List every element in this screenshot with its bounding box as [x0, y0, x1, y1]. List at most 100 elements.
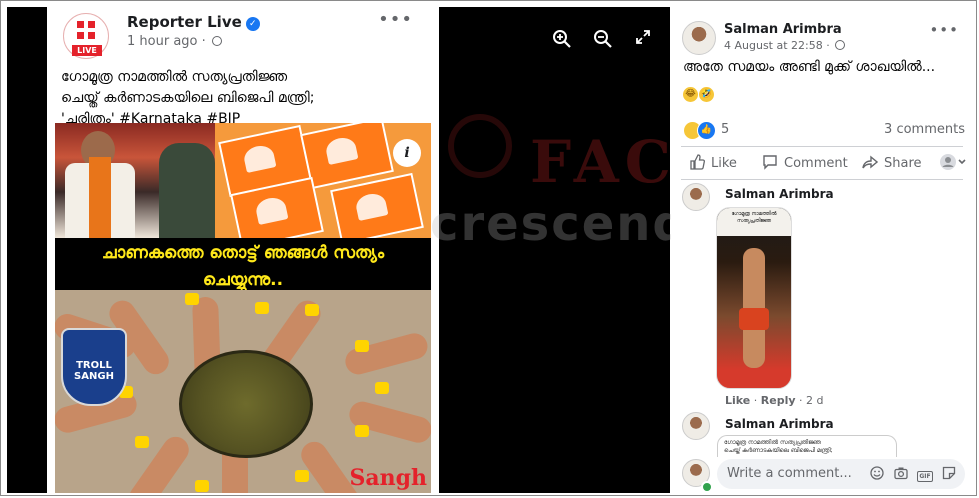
- comment-emoji-row: 😂 🤣: [683, 79, 715, 102]
- online-status-dot: [701, 481, 713, 493]
- caption-line: ഗോമൂത്ര നാമത്തിൽ സത്യപ്രതിജ്ഞ: [61, 69, 288, 85]
- comment-author[interactable]: Salman Arimbra: [724, 22, 842, 37]
- comment-button[interactable]: Comment: [762, 154, 848, 171]
- reply-reply-link[interactable]: Reply: [761, 394, 796, 407]
- meme-caption: ചാണകത്തെ തൊട്ട് ഞങ്ങൾ സത്യം ചെയ്യുന്നു..: [55, 238, 431, 290]
- page-name-text[interactable]: Reporter Live: [127, 13, 242, 31]
- caption-line: ചെയ്ത് കർണാടകയിലെ ബിജെപി മന്ത്രി;: [61, 90, 315, 106]
- share-button[interactable]: Share: [862, 154, 922, 171]
- sacred-thread: [355, 340, 369, 352]
- comment-more-icon[interactable]: •••: [929, 21, 959, 39]
- sacred-thread: [375, 382, 389, 394]
- avatar[interactable]: [682, 412, 710, 440]
- meme-text-line: ചെയ്യുന്നു..: [202, 270, 284, 290]
- sticker-icon[interactable]: [941, 466, 957, 482]
- logo-live-badge: LIVE: [72, 45, 102, 56]
- comments-count[interactable]: 3 comments: [884, 122, 965, 137]
- zoom-out-icon[interactable]: [593, 29, 613, 54]
- emoji-glyph: [870, 466, 884, 480]
- gif-icon[interactable]: GIF: [917, 466, 933, 482]
- bjp-flag: [330, 172, 424, 238]
- like-reaction-icon: 👍: [697, 121, 716, 140]
- sacred-thread: [195, 480, 209, 492]
- comment-label: Comment: [784, 156, 848, 171]
- comment-input[interactable]: Write a comment... GIF: [717, 459, 965, 489]
- emoji-icon[interactable]: [869, 466, 885, 482]
- hands-circle-photo: TROLL SANGH Sangh: [55, 290, 431, 493]
- post-time-text[interactable]: 1 hour ago: [127, 34, 197, 49]
- troll-sangh-logo: TROLL SANGH: [61, 328, 127, 406]
- fullscreen-icon[interactable]: [635, 29, 651, 50]
- post-header: LIVE Reporter Live ✓ 1 hour ago · •••: [47, 7, 439, 62]
- reply-quote-image[interactable]: ഗോമൂത്ര നാമത്തിൽ സത്യപ്രതിജ്ഞ ചെയ്ത് കർണ…: [717, 435, 897, 457]
- reply-time[interactable]: 2 d: [806, 394, 823, 407]
- sacred-thread: [295, 470, 309, 482]
- reply-actions: Like · Reply · 2 d: [725, 394, 824, 407]
- bjp-flags-photo: i: [215, 123, 431, 238]
- comment-date[interactable]: 4 August at 22:58 ·: [724, 39, 846, 52]
- avatar[interactable]: [682, 183, 710, 211]
- profile-selector-icon: [940, 154, 966, 170]
- sacred-thread: [135, 436, 149, 448]
- comment-text: അതേ സമയം അണ്ടി മുക്ക് ശാഖയിൽ...: [683, 59, 936, 75]
- share-label: Share: [884, 156, 922, 171]
- camera-icon[interactable]: [893, 466, 909, 482]
- post-caption: ഗോമൂത്ര നാമത്തിൽ സത്യപ്രതിജ്ഞ ചെയ്ത് കർണ…: [61, 67, 431, 130]
- saffron-scarf: [89, 157, 111, 238]
- zoom-in-icon[interactable]: [552, 29, 572, 54]
- reaction-count: 5: [721, 122, 730, 137]
- lotus-icon: [242, 143, 277, 173]
- photo-viewer: LIVE Reporter Live ✓ 1 hour ago · ••• ഗോമ…: [7, 7, 670, 493]
- comment-icon: [763, 155, 777, 170]
- audience-selector[interactable]: [939, 153, 967, 171]
- sacred-thread: [255, 302, 269, 314]
- reply-separator: ·: [753, 394, 758, 407]
- lotus-icon: [354, 191, 389, 221]
- image-bottom-text: Sangh: [349, 465, 427, 491]
- reply-image-caption: ഗോമൂത്ര നാമത്തിൽ സത്യപ്രതിജ്ഞ: [717, 208, 791, 236]
- page-name[interactable]: Reporter Live ✓: [127, 13, 260, 31]
- like-label: Like: [711, 156, 737, 171]
- sacred-thread: [355, 425, 369, 437]
- plate-of-cow-dung: [179, 350, 313, 458]
- sacred-thread: [305, 304, 319, 316]
- post-time[interactable]: 1 hour ago ·: [127, 34, 222, 49]
- comment-date-text[interactable]: 4 August at 22:58: [724, 39, 823, 52]
- reply-author[interactable]: Salman Arimbra: [725, 187, 834, 201]
- comments-sidebar: Salman Arimbra 4 August at 22:58 · ••• അ…: [671, 7, 973, 493]
- reply-separator: ·: [799, 394, 803, 407]
- like-button[interactable]: Like: [689, 154, 737, 171]
- comment-date-separator: ·: [826, 39, 830, 52]
- zoom-out-glyph: [594, 30, 612, 48]
- officer-figure: [159, 143, 215, 238]
- fullscreen-glyph: [636, 30, 650, 44]
- info-icon[interactable]: i: [393, 139, 421, 167]
- logo-mark-icon: [77, 21, 95, 39]
- hand: [342, 330, 431, 378]
- shared-post-image[interactable]: LIVE Reporter Live ✓ 1 hour ago · ••• ഗോമ…: [47, 7, 439, 493]
- globe-icon: [211, 36, 222, 46]
- reply-author[interactable]: Salman Arimbra: [725, 417, 834, 431]
- reply-image[interactable]: ഗോമൂത്ര നാമത്തിൽ സത്യപ്രതിജ്ഞ: [716, 207, 792, 389]
- swearing-in-photo: [55, 123, 215, 238]
- rofl-emoji-icon: 🤣: [699, 87, 714, 102]
- avatar[interactable]: [682, 21, 716, 55]
- troll-badge-line: TROLL: [76, 360, 112, 371]
- post-more-icon[interactable]: •••: [378, 9, 413, 30]
- verified-check-icon: ✓: [245, 17, 260, 31]
- quote-line: ഗോമൂത്ര നാമത്തിൽ സത്യപ്രതിജ്ഞ: [724, 439, 821, 446]
- lotus-icon: [254, 195, 289, 225]
- gif-label: GIF: [917, 471, 933, 482]
- divider: [681, 146, 963, 147]
- hand: [346, 398, 431, 446]
- sticker-glyph: [942, 466, 956, 480]
- globe-icon: [835, 40, 846, 50]
- lotus-icon: [324, 135, 359, 165]
- comment-input-placeholder: Write a comment...: [727, 466, 852, 481]
- camera-glyph: [894, 467, 908, 480]
- news-photo: i: [55, 123, 431, 238]
- meme-text-line: ചാണകത്തെ തൊട്ട് ഞങ്ങൾ സത്യം: [101, 243, 385, 263]
- page-logo[interactable]: LIVE: [63, 13, 109, 59]
- reply-like-link[interactable]: Like: [725, 394, 750, 407]
- sacred-thread: [185, 293, 199, 305]
